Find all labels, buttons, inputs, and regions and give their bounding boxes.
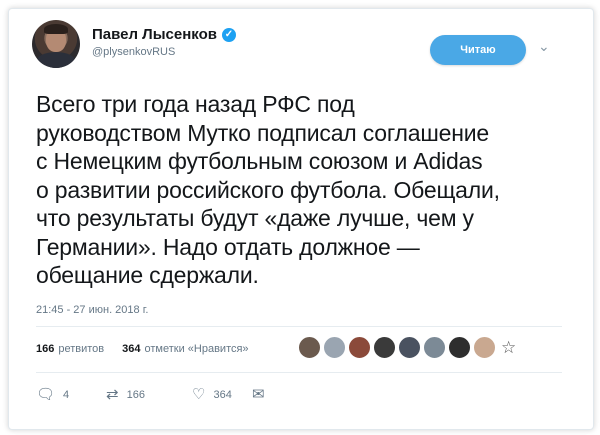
tweet-text: Всего три года назад РФС под руководство… (36, 91, 500, 288)
avatar-hair (44, 24, 68, 34)
avatar-shirt (36, 52, 76, 68)
retweet-button[interactable]: ⇄ 166 (106, 387, 192, 403)
author-handle[interactable]: @plysenkovRUS (92, 46, 175, 58)
liker-avatar[interactable] (348, 336, 371, 359)
liker-avatars: ☆ (298, 336, 516, 359)
tweet-actions: 🗨︎ 4 ⇄ 166 ♡ 364 ✉ (36, 387, 265, 403)
following-button[interactable]: Читаю (430, 35, 526, 65)
divider (36, 372, 562, 373)
retweets-label[interactable]: ретвитов (58, 343, 104, 355)
liker-avatar[interactable] (423, 336, 446, 359)
author-name[interactable]: Павел Лысенков ✓ (92, 26, 236, 43)
likes-label[interactable]: отметки «Нравится» (145, 343, 249, 355)
star-icon: ☆ (501, 338, 517, 357)
tweet-timestamp[interactable]: 21:45 - 27 июн. 2018 г. (36, 304, 148, 316)
like-count: 364 (213, 389, 232, 401)
reply-count: 4 (63, 389, 70, 401)
engagement-stats: 166 ретвитов 364 отметки «Нравится» (36, 343, 249, 355)
reply-button[interactable]: 🗨︎ 4 (36, 387, 106, 403)
heart-icon: ♡ (192, 386, 206, 403)
direct-message-button[interactable]: ✉ (252, 387, 265, 403)
liker-avatar[interactable] (398, 336, 421, 359)
retweet-count: 166 (126, 389, 145, 401)
like-button[interactable]: ♡ 364 (192, 387, 252, 403)
liker-avatar[interactable] (298, 336, 321, 359)
likes-count[interactable]: 364 (122, 343, 140, 355)
retweet-icon: ⇄ (106, 386, 119, 403)
author-name-text[interactable]: Павел Лысенков (92, 26, 217, 43)
liker-avatar[interactable] (448, 336, 471, 359)
envelope-icon: ✉ (252, 386, 265, 403)
liker-avatar[interactable] (473, 336, 496, 359)
chevron-down-icon[interactable]: ⌄ (538, 38, 550, 55)
divider (36, 326, 562, 327)
author-avatar[interactable] (32, 20, 80, 68)
retweets-count[interactable]: 166 (36, 343, 54, 355)
liker-avatar[interactable] (323, 336, 346, 359)
verified-badge-icon: ✓ (221, 27, 236, 42)
reply-icon: 🗨︎ (36, 386, 56, 403)
liker-avatar[interactable] (373, 336, 396, 359)
